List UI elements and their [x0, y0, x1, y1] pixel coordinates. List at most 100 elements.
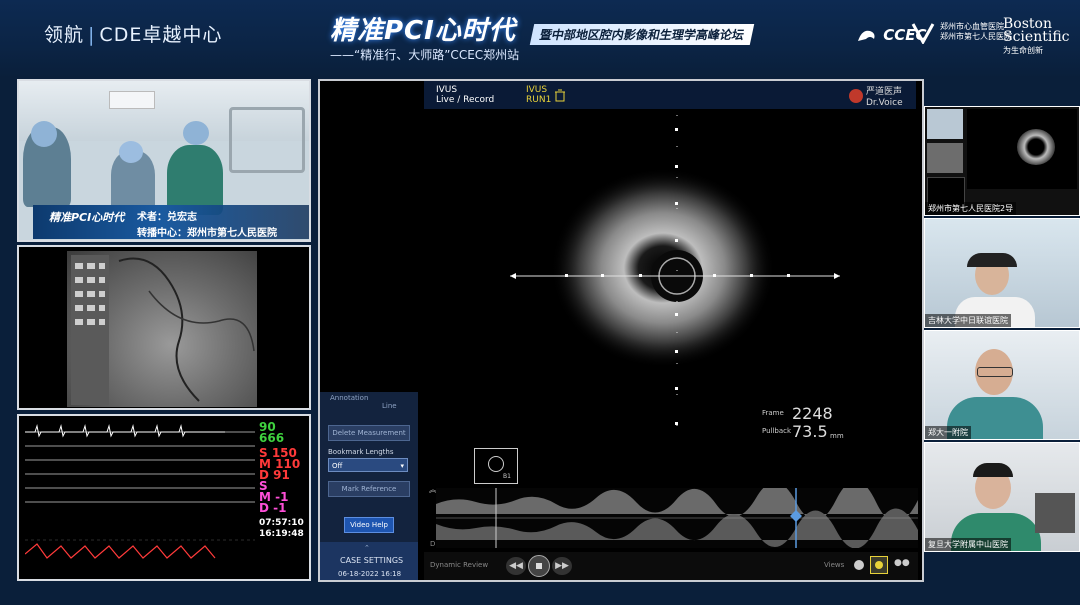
- brand-name: 领航: [44, 24, 85, 46]
- dragon-icon: [858, 30, 875, 41]
- pullback-label: Pullback: [762, 427, 792, 435]
- pullback-value: 73.5: [792, 422, 828, 441]
- view-single-button[interactable]: [854, 560, 864, 570]
- ivus-run-line2: RUN1: [526, 95, 552, 105]
- watermark-en: Dr.Voice: [866, 98, 903, 108]
- ivus-mode: IVUS Live / Record: [436, 85, 494, 105]
- frame-label: Frame: [762, 409, 784, 417]
- clock-1: 07:57:10: [259, 518, 304, 528]
- mini-ivus-view: [967, 109, 1077, 189]
- tool-icons: [75, 263, 105, 325]
- ivus-cross-section: [510, 115, 840, 440]
- toolbox-panel: [71, 255, 109, 405]
- participant-tile[interactable]: 郑大一附院: [924, 330, 1080, 440]
- mini-xray-view: [927, 143, 963, 173]
- event-subtitle: 暨中部地区腔内影像和生理学高峰论坛: [529, 24, 755, 45]
- hemodynamic-monitor: 90 666 S 150 M 110 D 91 S M -1 D -1 07:5…: [17, 414, 311, 581]
- participant-caption: 郑州市第七人民医院2导: [925, 202, 1017, 215]
- mini-cross-section-icon: [488, 456, 504, 472]
- rewind-button[interactable]: ◀◀: [506, 557, 526, 575]
- playback-bar: Dynamic Review ◀◀ ▶▶ Views ●●: [424, 552, 918, 580]
- participant-caption: 郑大一附院: [925, 426, 971, 439]
- ivus-mode-line1: IVUS: [436, 85, 458, 95]
- stop-icon: [536, 563, 542, 569]
- glasses-icon: [977, 367, 1013, 377]
- hospital-logo: 郑州市心血管医院 郑州市第七人民医院: [911, 22, 1012, 44]
- background-object: [1035, 493, 1075, 533]
- dynamic-review-label: Dynamic Review: [430, 561, 489, 569]
- video-help-button[interactable]: Video Help: [344, 517, 394, 533]
- bookmark-lengths-label: Bookmark Lengths: [328, 448, 394, 456]
- b1-label: B1: [503, 473, 511, 480]
- banner-title: 精准PCI心时代: [49, 211, 125, 224]
- hospital-line-2: 郑州市第七人民医院: [940, 32, 1012, 41]
- surgical-cap: [31, 121, 57, 147]
- stop-button[interactable]: [528, 555, 550, 577]
- hospital-emblem-icon: [911, 23, 935, 44]
- bs-line-2: Scientific: [1003, 29, 1070, 45]
- surgical-cap: [119, 141, 143, 163]
- bookmark-b1-marker[interactable]: B1: [474, 448, 518, 484]
- wall-equipment: [109, 91, 155, 109]
- view-split-button[interactable]: [870, 556, 888, 574]
- hospital-line-1: 郑州市心血管医院: [940, 22, 1004, 31]
- participant-hair: [973, 463, 1013, 477]
- operating-room-video: 精准PCI心时代 术者：兑宏志 转播中心：郑州市第七人民医院: [17, 79, 311, 242]
- participant-caption: 复旦大学附属中山医院: [925, 538, 1011, 551]
- drvoice-logo-icon: [849, 89, 863, 103]
- watermark-cn: 严道医声: [866, 87, 903, 97]
- line-tool[interactable]: Line: [382, 402, 397, 410]
- event-tagline: ——“精准行、大师路”CCEC郑州站: [330, 48, 520, 62]
- mini-ivus-ring: [1017, 129, 1055, 165]
- participant-tile[interactable]: 吉林大学中日联谊医院: [924, 218, 1080, 328]
- trash-icon[interactable]: [554, 89, 566, 102]
- chevron-down-icon: ▾: [400, 462, 404, 470]
- participant-column: 郑州市第七人民医院2导 吉林大学中日联谊医院 郑大一附院 复旦大学附属中山医院: [924, 106, 1080, 552]
- bookmark-select-value: Off: [332, 462, 343, 470]
- ecg-waveforms: [25, 424, 255, 559]
- mark-reference-button[interactable]: Mark Reference: [328, 481, 410, 497]
- d2-value: D -1: [259, 501, 287, 515]
- chevron-up-icon[interactable]: ⌃: [364, 544, 370, 552]
- view-split-icon: [875, 561, 883, 569]
- vital-signs: 90 666 S 150 M 110 D 91 S M -1 D -1 07:5…: [259, 421, 309, 540]
- longitudinal-image: [436, 480, 918, 549]
- annotation-tool[interactable]: Annotation: [330, 394, 368, 402]
- bookmark-lengths-select[interactable]: Off ▾: [328, 458, 408, 472]
- broadcast-center-label: 转播中心：郑州市第七人民医院: [137, 228, 277, 239]
- ivus-sidebar: Annotation Line Delete Measurement Bookm…: [320, 392, 418, 580]
- spo2-value: 666: [259, 431, 285, 445]
- brand-center: CDE卓越中心: [99, 24, 223, 46]
- view-multi-button[interactable]: ●●: [894, 558, 910, 568]
- ivus-mode-line2: Live / Record: [436, 95, 495, 105]
- participant-hair: [967, 253, 1017, 267]
- boston-scientific-logo: Boston Scientific 为生命创新: [1003, 17, 1070, 57]
- catheter-wire: [118, 257, 255, 402]
- brand-logo: 领航 | CDE卓越中心: [44, 24, 223, 46]
- delete-measurement-button[interactable]: Delete Measurement: [328, 425, 410, 441]
- participant-tile[interactable]: 郑州市第七人民医院2导: [924, 106, 1080, 216]
- ivus-run-line1: IVUS: [526, 85, 548, 95]
- mini-or-view: [927, 109, 963, 139]
- bottom-strip: [0, 588, 1080, 605]
- views-label: Views: [824, 561, 845, 569]
- frame-value: 2248: [792, 404, 833, 423]
- ivus-topbar: IVUS Live / Record IVUS RUN1: [424, 81, 916, 109]
- longitudinal-view[interactable]: [436, 480, 918, 549]
- bs-line-3: 为生命创新: [1003, 46, 1043, 55]
- clock-2: 16:19:48: [259, 529, 304, 539]
- surgeon-info-banner: 精准PCI心时代 术者：兑宏志 转播中心：郑州市第七人民医院: [33, 205, 309, 239]
- drvoice-watermark: 严道医声 Dr.Voice: [866, 87, 903, 109]
- case-settings-button[interactable]: CASE SETTINGS: [340, 556, 403, 565]
- ivus-run[interactable]: IVUS RUN1: [526, 85, 551, 105]
- surgical-cap: [183, 121, 209, 145]
- d-label: D: [430, 540, 436, 548]
- surgeon-label: 术者：兑宏志: [137, 212, 197, 223]
- participant-tile[interactable]: 复旦大学附属中山医院: [924, 442, 1080, 552]
- case-date: 06-18-2022 16:18: [338, 570, 402, 578]
- participant-caption: 吉林大学中日联谊医院: [925, 314, 1011, 327]
- angiography-video: [17, 245, 311, 410]
- pullback-unit: mm: [830, 432, 844, 440]
- fast-forward-button[interactable]: ▶▶: [552, 557, 572, 575]
- surgical-light: [229, 107, 305, 173]
